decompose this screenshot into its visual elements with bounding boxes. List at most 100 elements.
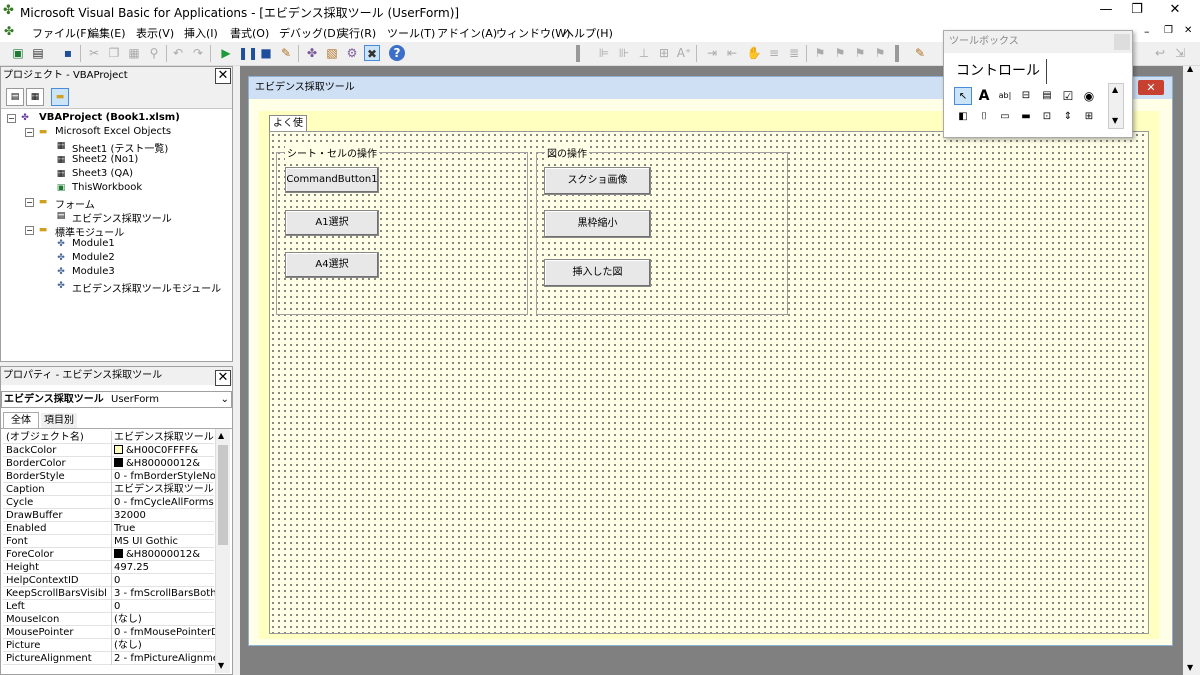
redo-icon[interactable]: ↷ bbox=[190, 45, 206, 61]
align-bottom-icon[interactable]: ⊥ bbox=[636, 45, 652, 61]
scroll-up-icon[interactable]: ▲ bbox=[218, 431, 224, 440]
toolbar-icon-right-2[interactable]: ⇲ bbox=[1172, 45, 1188, 61]
close-icon[interactable]: ✕ bbox=[215, 370, 231, 386]
excel-view-icon[interactable]: ▣ bbox=[10, 45, 26, 61]
undo-icon[interactable]: ↶ bbox=[170, 45, 186, 61]
scroll-down-icon[interactable]: ▼ bbox=[1112, 116, 1118, 125]
tab-categorized[interactable]: 項目別 bbox=[41, 413, 77, 428]
tab-alphabetic[interactable]: 全体 bbox=[3, 412, 39, 428]
close-window-button[interactable]: ✕ bbox=[1152, 0, 1198, 22]
scroll-down-icon[interactable]: ▼ bbox=[1187, 663, 1193, 672]
multipage-page[interactable]: シート・セルの操作 CommandButton1 A1選択 A4選択 図の操作 … bbox=[269, 131, 1149, 634]
menu-format[interactable]: 書式(O) bbox=[230, 25, 269, 41]
outdent-icon[interactable]: ⇤ bbox=[724, 45, 740, 61]
group-icon[interactable]: ⊞ bbox=[656, 45, 672, 61]
bookmark-icon[interactable]: ⚑ bbox=[812, 45, 828, 61]
scroll-up-icon[interactable]: ▲ bbox=[1112, 85, 1118, 94]
spinbutton-tool-icon[interactable]: ⊞ bbox=[1080, 108, 1098, 126]
shrink-border-button[interactable]: 黒枠縮小 bbox=[544, 210, 651, 238]
property-row[interactable]: BackColor &H00C0FFFF& bbox=[3, 444, 214, 457]
tree-item-thisworkbook[interactable]: ThisWorkbook bbox=[72, 182, 142, 193]
inserted-figure-button[interactable]: 挿入した図 bbox=[544, 259, 651, 287]
label-tool-icon[interactable]: A bbox=[975, 87, 993, 105]
property-row[interactable]: BorderColor &H80000012& bbox=[3, 457, 214, 470]
tree-item-sheet1[interactable]: Sheet1 (テスト一覧) bbox=[72, 140, 168, 155]
expand-icon[interactable]: − bbox=[25, 226, 34, 235]
frame-figure[interactable]: 図の操作 スクショ画像 黒枠縮小 挿入した図 bbox=[536, 145, 788, 315]
property-row[interactable]: BorderStyle0 - fmBorderStyleNone bbox=[3, 470, 215, 483]
textbox-tool-icon[interactable]: ab| bbox=[996, 87, 1014, 105]
tree-item-module3[interactable]: Module3 bbox=[72, 266, 115, 277]
object-browser-icon[interactable]: ⚙ bbox=[344, 45, 360, 61]
property-row[interactable]: MouseIcon (なし) bbox=[3, 613, 214, 626]
menu-run[interactable]: 実行(R) bbox=[338, 25, 376, 41]
menu-tools[interactable]: ツール(T) bbox=[387, 25, 435, 41]
userform[interactable]: エビデンス採取ツール ✕ よく使う シート・セルの操作 CommandButto… bbox=[248, 76, 1173, 646]
scroll-thumb[interactable] bbox=[218, 445, 228, 545]
next-bookmark-icon[interactable]: ⚑ bbox=[832, 45, 848, 61]
togglebutton-tool-icon[interactable]: ◧ bbox=[954, 108, 972, 126]
toggle-breakpoint-icon[interactable]: ✋ bbox=[746, 45, 762, 61]
design-mode-icon[interactable]: ✎ bbox=[278, 45, 294, 61]
toolbox-icon[interactable]: ✖ bbox=[364, 45, 380, 61]
menu-insert[interactable]: 挿入(I) bbox=[184, 25, 218, 41]
find-icon[interactable]: ⚲ bbox=[146, 45, 162, 61]
properties-scrollbar[interactable]: ▲ ▼ bbox=[215, 429, 230, 673]
clear-bookmarks-icon[interactable]: ⚑ bbox=[872, 45, 888, 61]
combobox-tool-icon[interactable]: ⊟ bbox=[1017, 87, 1035, 105]
property-row[interactable]: (オブジェクト名) エビデンス採取ツール bbox=[3, 431, 214, 444]
designer-scrollbar[interactable]: ▲ ▼ bbox=[1183, 64, 1200, 675]
command-button-1[interactable]: CommandButton1 bbox=[285, 167, 379, 193]
toggle-folders-icon[interactable]: ▬ bbox=[51, 88, 69, 106]
property-row[interactable]: Enabled True bbox=[3, 522, 214, 535]
reset-icon[interactable]: ■ bbox=[258, 45, 274, 61]
menu-window[interactable]: ウィンドウ(W) bbox=[496, 25, 570, 41]
toolbar-icon-right-1[interactable]: ↩ bbox=[1152, 45, 1168, 61]
menu-edit[interactable]: 編集(E) bbox=[88, 25, 126, 41]
tree-folder-modules[interactable]: 標準モジュール bbox=[55, 224, 124, 239]
property-row[interactable]: DrawBuffer 32000 bbox=[3, 509, 214, 522]
checkbox-tool-icon[interactable]: ☑ bbox=[1059, 87, 1077, 105]
frame-sheet-cell[interactable]: シート・セルの操作 CommandButton1 A1選択 A4選択 bbox=[276, 145, 528, 315]
frame-tool-icon[interactable]: ⌷ bbox=[975, 108, 993, 126]
mdi-restore-icon[interactable]: ❐ bbox=[1164, 25, 1173, 36]
help-icon[interactable]: ? bbox=[389, 45, 405, 61]
design-mode-icon-2[interactable]: ✎ bbox=[912, 45, 928, 61]
tabstrip-tool-icon[interactable]: ▬ bbox=[1017, 108, 1035, 126]
property-row[interactable]: HelpContextID 0 bbox=[3, 574, 214, 587]
tree-item-sheet3[interactable]: Sheet3 (QA) bbox=[72, 168, 133, 179]
copy-icon[interactable]: ❐ bbox=[106, 45, 122, 61]
property-row[interactable]: MousePointer 0 - fmMousePointerDe bbox=[3, 626, 215, 639]
pointer-icon[interactable]: ↖ bbox=[954, 87, 972, 105]
comment-block-icon[interactable]: ≡ bbox=[766, 45, 782, 61]
tree-item-sheet2[interactable]: Sheet2 (No1) bbox=[72, 154, 138, 165]
align-center-icon[interactable]: ⊪ bbox=[616, 45, 632, 61]
menu-help[interactable]: ヘルプ(H) bbox=[563, 25, 613, 41]
indent-icon[interactable]: ⇥ bbox=[704, 45, 720, 61]
uncomment-block-icon[interactable]: ≣ bbox=[786, 45, 802, 61]
align-left-icon[interactable]: ⊫ bbox=[596, 45, 612, 61]
scroll-down-icon[interactable]: ▼ bbox=[218, 661, 224, 670]
property-row[interactable]: Font MS UI Gothic bbox=[3, 535, 214, 548]
listbox-tool-icon[interactable]: ▤ bbox=[1038, 87, 1056, 105]
prev-bookmark-icon[interactable]: ⚑ bbox=[852, 45, 868, 61]
cut-icon[interactable]: ✂ bbox=[86, 45, 102, 61]
toolbox-close-icon[interactable] bbox=[1114, 34, 1130, 50]
screenshot-button[interactable]: スクショ画像 bbox=[544, 167, 651, 195]
project-explorer-icon[interactable]: ✤ bbox=[304, 45, 320, 61]
property-row[interactable]: Cycle 0 - fmCycleAllForms bbox=[3, 496, 214, 509]
insert-userform-icon[interactable]: ▤ bbox=[30, 45, 46, 61]
tab-controls[interactable]: コントロール bbox=[950, 59, 1047, 84]
mdi-minimize-icon[interactable]: – bbox=[1144, 25, 1150, 38]
tree-item-form[interactable]: エビデンス採取ツール bbox=[72, 210, 172, 225]
menu-addins[interactable]: アドイン(A) bbox=[437, 25, 497, 41]
view-code-icon[interactable]: ▤ bbox=[6, 88, 24, 106]
multipage-tool-icon[interactable]: ⊡ bbox=[1038, 108, 1056, 126]
toolbox-scrollbar[interactable]: ▲ ▼ bbox=[1108, 83, 1124, 129]
close-icon[interactable]: ✕ bbox=[1138, 80, 1164, 95]
scroll-up-icon[interactable]: ▲ bbox=[1187, 64, 1193, 73]
property-row[interactable]: PictureAlignment 2 - fmPictureAlignmen bbox=[3, 652, 215, 665]
menu-debug[interactable]: デバッグ(D) bbox=[279, 25, 340, 41]
save-icon[interactable]: ▪ bbox=[60, 45, 76, 61]
tree-root[interactable]: VBAProject (Book1.xlsm) bbox=[39, 112, 180, 123]
